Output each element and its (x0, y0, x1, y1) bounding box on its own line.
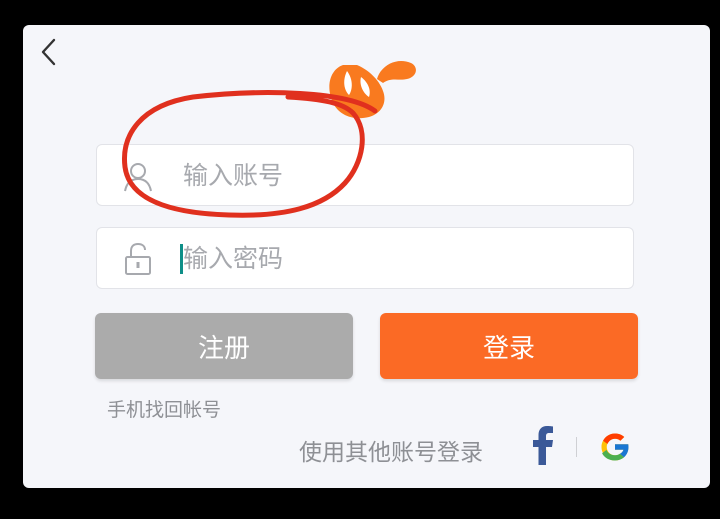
register-button[interactable]: 注册 (95, 313, 353, 379)
user-icon (124, 163, 152, 192)
brand-logo (329, 60, 416, 119)
password-field[interactable] (96, 227, 634, 289)
google-icon[interactable] (597, 429, 633, 465)
login-dialog: 注册 登录 手机找回帐号 使用其他账号登录 (23, 25, 710, 488)
back-button[interactable] (33, 35, 65, 69)
lock-icon (125, 242, 151, 275)
facebook-icon[interactable] (528, 425, 556, 465)
back-arrow-icon (41, 38, 56, 66)
account-input[interactable] (183, 145, 603, 205)
login-button[interactable]: 登录 (380, 313, 638, 379)
phone-recover-link[interactable]: 手机找回帐号 (107, 395, 221, 422)
other-accounts-label: 使用其他账号登录 (299, 440, 483, 466)
password-input[interactable] (183, 228, 603, 288)
account-field[interactable] (96, 144, 634, 206)
divider (576, 437, 577, 457)
